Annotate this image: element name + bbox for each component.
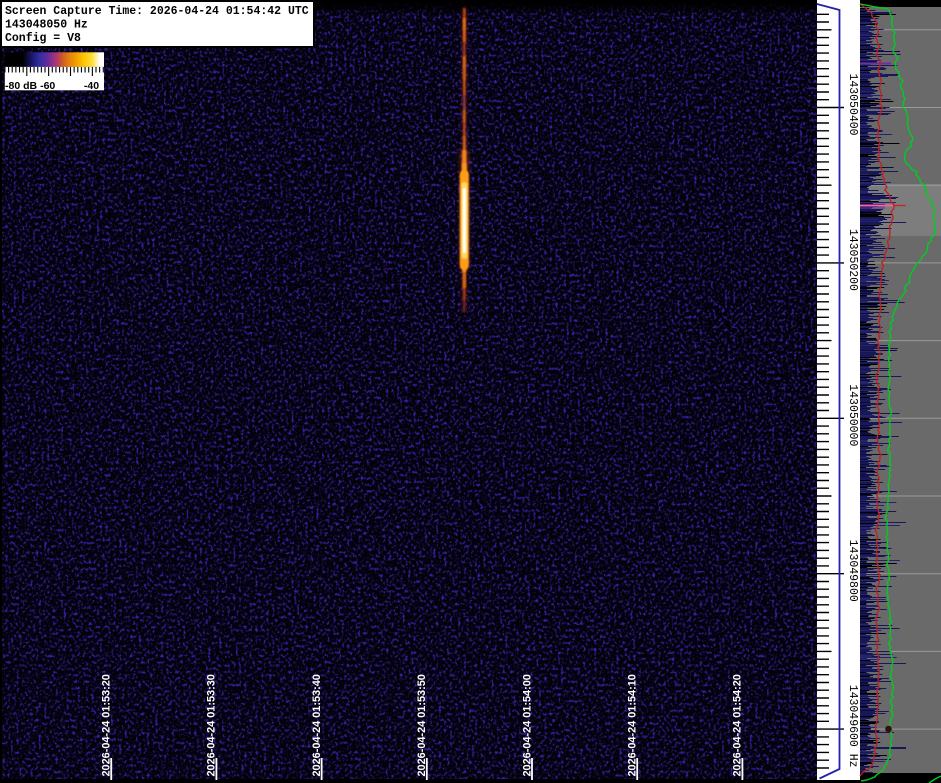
svg-text:143050400: 143050400 (846, 73, 859, 135)
svg-text:-60: -60 (40, 80, 55, 92)
svg-text:143049600 Hz: 143049600 Hz (846, 685, 859, 768)
svg-text:143050000: 143050000 (846, 384, 859, 446)
svg-text:-80 dB: -80 dB (5, 80, 38, 92)
svg-text:Screen Capture Time: 2026-04-2: Screen Capture Time: 2026-04-24 01:54:42… (5, 5, 309, 18)
svg-text:143049800: 143049800 (846, 540, 859, 602)
svg-text:-40: -40 (84, 80, 99, 92)
svg-text:143050200: 143050200 (846, 229, 859, 291)
svg-text:Config = V8: Config = V8 (5, 32, 81, 45)
svg-text:143048050 Hz: 143048050 Hz (5, 18, 88, 31)
